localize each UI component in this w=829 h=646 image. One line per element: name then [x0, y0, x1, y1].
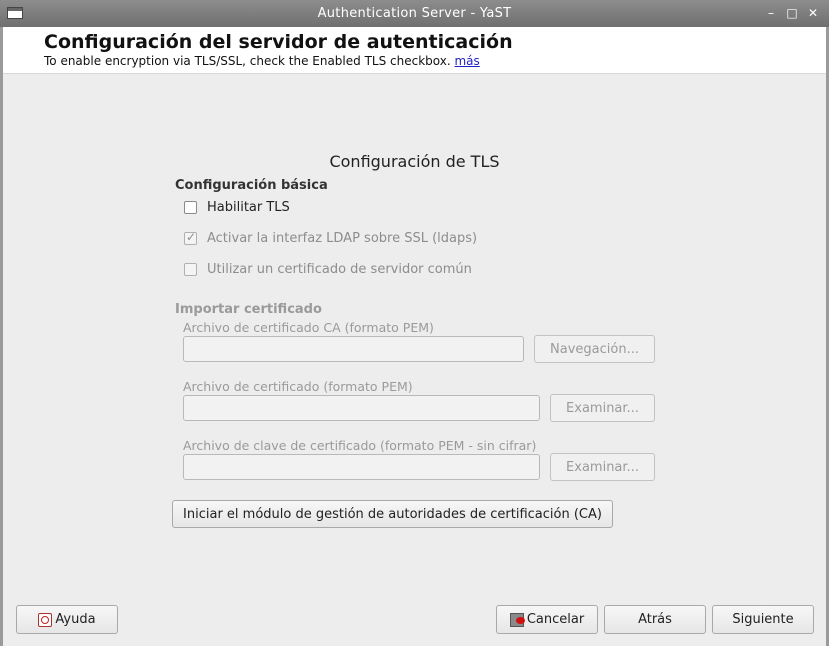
basic-config-group-label: Configuración básica	[175, 178, 328, 193]
section-title: Configuración de TLS	[329, 152, 500, 171]
ca-cert-file-input[interactable]	[183, 336, 524, 362]
window-border-left	[0, 27, 3, 646]
minimize-icon[interactable]: –	[764, 5, 778, 21]
checkbox-box[interactable]: ✓	[184, 229, 197, 245]
cert-file-input[interactable]	[183, 395, 540, 421]
maximize-icon[interactable]: □	[785, 5, 799, 21]
back-button[interactable]: Atrás	[604, 605, 706, 634]
checkbox-box[interactable]	[184, 262, 197, 276]
ca-cert-browse-button[interactable]: Navegación...	[534, 335, 655, 363]
window-titlebar: Authentication Server - YaST – □ ✕	[0, 0, 829, 28]
window-title: Authentication Server - YaST	[317, 6, 512, 21]
cert-browse-button[interactable]: Examinar...	[550, 394, 655, 422]
checkbox-label: Utilizar un certificado de servidor comú…	[207, 261, 472, 277]
next-button[interactable]: Siguiente	[712, 605, 814, 634]
common-cert-checkbox[interactable]: Utilizar un certificado de servidor comú…	[184, 260, 472, 278]
exit-icon	[509, 612, 525, 627]
import-cert-group-label: Importar certificado	[175, 302, 322, 317]
checkbox-box[interactable]	[184, 200, 197, 214]
cert-file-label: Archivo de certificado (formato PEM)	[183, 379, 413, 394]
cancel-button[interactable]: Cancelar	[496, 605, 598, 634]
ca-management-button[interactable]: Iniciar el módulo de gestión de autorida…	[172, 500, 613, 528]
help-text-line: To enable encryption via TLS/SSL, check …	[44, 54, 480, 68]
checkbox-label: Habilitar TLS	[207, 199, 290, 215]
page-title: Configuración del servidor de autenticac…	[44, 31, 513, 53]
help-button[interactable]: Ayuda	[16, 605, 118, 634]
enable-tls-checkbox[interactable]: Habilitar TLS	[184, 198, 290, 216]
more-link[interactable]: más	[454, 54, 479, 68]
checkbox-label: Activar la interfaz LDAP sobre SSL (ldap…	[207, 230, 478, 246]
help-text: To enable encryption via TLS/SSL, check …	[44, 54, 451, 68]
key-file-input[interactable]	[183, 454, 540, 480]
checkmark-icon: ✓	[186, 229, 197, 244]
dialog-header: Configuración del servidor de autenticac…	[3, 27, 826, 74]
help-button-label: Ayuda	[55, 612, 96, 627]
ca-cert-file-label: Archivo de certificado CA (formato PEM)	[183, 320, 434, 335]
key-browse-button[interactable]: Examinar...	[550, 453, 655, 481]
key-file-label: Archivo de clave de certificado (formato…	[183, 438, 537, 453]
cancel-button-label: Cancelar	[526, 612, 585, 627]
ldaps-checkbox[interactable]: ✓ Activar la interfaz LDAP sobre SSL (ld…	[184, 229, 477, 247]
close-icon[interactable]: ✕	[806, 5, 820, 21]
help-icon	[38, 612, 53, 627]
